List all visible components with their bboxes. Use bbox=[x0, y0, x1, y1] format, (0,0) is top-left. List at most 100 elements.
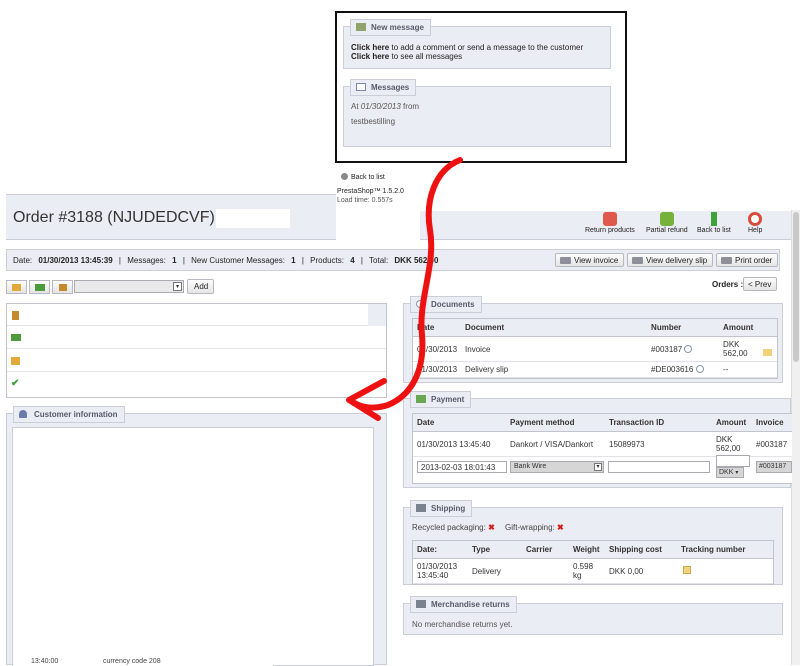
messages-panel: Messages At 01/30/2013 from testbestilli… bbox=[343, 79, 611, 147]
add-comment-text: to add a comment or send a message to th… bbox=[389, 43, 584, 52]
messages-legend: Messages bbox=[350, 79, 417, 96]
status-btn-preparation[interactable] bbox=[6, 280, 27, 294]
merchandise-returns-legend: Merchandise returns bbox=[410, 596, 517, 613]
chevron-down-icon: ▾ bbox=[173, 282, 182, 291]
recycled-packaging-label: Recycled packaging: bbox=[412, 523, 486, 532]
documents-legend: Documents bbox=[410, 296, 482, 313]
add-comment-link[interactable]: Click here bbox=[351, 43, 389, 52]
envelope-icon bbox=[356, 83, 366, 91]
title-whiteout bbox=[216, 209, 290, 228]
table-row: 01/30/2013 Invoice #003187 DKK 562,00 bbox=[413, 336, 777, 362]
customer-information-panel: Customer information 13:40:00 currency c… bbox=[6, 406, 387, 666]
new-message-panel: New message Click here to add a comment … bbox=[343, 19, 611, 69]
scrollbar-thumb[interactable] bbox=[793, 212, 799, 362]
see-messages-text: to see all messages bbox=[389, 52, 463, 61]
customer-information-legend: Customer information bbox=[13, 406, 125, 423]
refund-icon bbox=[659, 212, 674, 226]
order-date: 01/30/2013 13:45:39 bbox=[38, 256, 113, 265]
messages-count: 1 bbox=[172, 256, 177, 265]
status-select[interactable]: ▾ bbox=[74, 280, 184, 293]
order-summary: Date: 01/30/2013 13:45:39 | Messages: 1 … bbox=[13, 256, 439, 265]
status-payment-icon bbox=[11, 357, 20, 365]
version-label: PrestaShop™ 1.5.2.0 bbox=[337, 188, 404, 195]
truck-icon bbox=[416, 504, 426, 512]
orders-nav-label: Orders : bbox=[712, 280, 744, 289]
products-count: 4 bbox=[350, 256, 355, 265]
payment-invoice-select[interactable]: #003187 bbox=[756, 461, 792, 473]
folder-icon[interactable] bbox=[763, 349, 773, 356]
documents-panel: Documents Date Document Number Amount 01… bbox=[403, 296, 783, 383]
shipping-table: Date: Type Carrier Weight Shipping cost … bbox=[412, 540, 774, 585]
no-returns-text: No merchandise returns yet. bbox=[412, 620, 513, 629]
status-history: ✔ bbox=[6, 303, 387, 398]
gift-wrapping-label: Gift-wrapping: bbox=[505, 523, 555, 532]
shipping-legend: Shipping bbox=[410, 500, 473, 517]
load-time-label: Load time: 0.557s bbox=[337, 197, 393, 204]
status-preparation-icon bbox=[12, 311, 19, 320]
payment-legend: Payment bbox=[410, 391, 472, 408]
payment-method-select[interactable]: Bank Wire ▾ bbox=[510, 461, 604, 473]
help-icon bbox=[748, 212, 763, 226]
cross-icon: ✖ bbox=[488, 523, 495, 532]
return-products-button[interactable]: Return products bbox=[585, 212, 635, 234]
chevron-down-icon: ▾ bbox=[735, 470, 739, 476]
search-icon[interactable] bbox=[684, 344, 693, 353]
pencil-icon bbox=[416, 395, 426, 403]
message-popup: New message Click here to add a comment … bbox=[335, 11, 627, 163]
new-message-legend: New message bbox=[350, 19, 431, 36]
view-delivery-slip-button[interactable]: View delivery slip bbox=[627, 253, 714, 267]
table-row: 01/30/2013 13:45:40 Delivery 0.598 kg DK… bbox=[413, 558, 773, 584]
payment-amount-input[interactable] bbox=[716, 455, 750, 467]
shipping-panel: Shipping Recycled packaging: ✖ Gift-wrap… bbox=[403, 500, 783, 585]
back-arrow-icon bbox=[341, 173, 348, 180]
documents-table: Date Document Number Amount 01/30/2013 I… bbox=[412, 318, 778, 379]
truck-green-icon bbox=[35, 284, 45, 291]
package-icon bbox=[59, 284, 67, 291]
help-button[interactable]: Help bbox=[748, 212, 762, 234]
message-from-label: from bbox=[400, 102, 420, 111]
payment-date-input[interactable] bbox=[417, 461, 507, 473]
invoice-link[interactable]: Invoice bbox=[461, 336, 648, 362]
partial-refund-button[interactable]: Partial refund bbox=[646, 212, 688, 234]
message-at-label: At bbox=[351, 102, 361, 111]
prev-order-button[interactable]: < Prev bbox=[743, 277, 778, 291]
transaction-id-input[interactable] bbox=[608, 461, 710, 473]
printer-icon bbox=[721, 257, 732, 264]
return-icon bbox=[602, 212, 617, 226]
message-date: 01/30/2013 bbox=[360, 102, 401, 111]
currency-select[interactable]: DKK ▾ bbox=[716, 467, 744, 478]
truck-icon bbox=[416, 600, 426, 608]
search-icon[interactable] bbox=[695, 365, 704, 373]
status-shipped-icon bbox=[11, 334, 21, 341]
print-order-button[interactable]: Print order bbox=[716, 253, 779, 267]
truck-icon bbox=[632, 257, 643, 264]
check-icon: ✔ bbox=[11, 378, 20, 389]
user-icon bbox=[19, 410, 27, 418]
invoice-icon bbox=[560, 257, 571, 264]
back-to-list-footer[interactable]: Back to list bbox=[341, 173, 385, 181]
note-icon bbox=[356, 23, 366, 31]
scrollbar-track[interactable] bbox=[791, 210, 800, 665]
view-invoice-button[interactable]: View invoice bbox=[555, 253, 625, 267]
back-to-list-button[interactable]: Back to list bbox=[697, 212, 731, 234]
status-btn-shipped[interactable] bbox=[29, 280, 50, 294]
box-icon bbox=[12, 284, 21, 291]
edit-tracking-icon[interactable] bbox=[683, 566, 691, 574]
page-title: Order #3188 (NJUDEDCVF) - bbox=[13, 209, 225, 226]
status-btn-delivered[interactable] bbox=[52, 280, 73, 294]
add-status-button[interactable]: Add bbox=[187, 279, 215, 294]
merchandise-returns-panel: Merchandise returns No merchandise retur… bbox=[403, 596, 783, 635]
payment-panel: Payment Date Payment method Transaction … bbox=[403, 391, 792, 488]
delivery-slip-link[interactable]: Delivery slip bbox=[461, 361, 648, 378]
table-row: 01/30/2013 Delivery slip #DE003616 -- bbox=[413, 361, 777, 378]
table-row: 01/30/2013 13:45:40 Dankort / VISA/Danko… bbox=[413, 431, 792, 457]
new-messages-count: 1 bbox=[291, 256, 296, 265]
message-body: testbestilling bbox=[351, 117, 396, 126]
back-icon bbox=[710, 212, 717, 226]
customer-content bbox=[12, 427, 374, 666]
see-messages-link[interactable]: Click here bbox=[351, 52, 389, 61]
order-total: DKK 562,00 bbox=[394, 256, 439, 265]
page-header: Order #3188 (NJUDEDCVF) - bbox=[6, 194, 336, 240]
cross-icon: ✖ bbox=[557, 523, 564, 532]
magnifier-icon bbox=[416, 300, 424, 308]
